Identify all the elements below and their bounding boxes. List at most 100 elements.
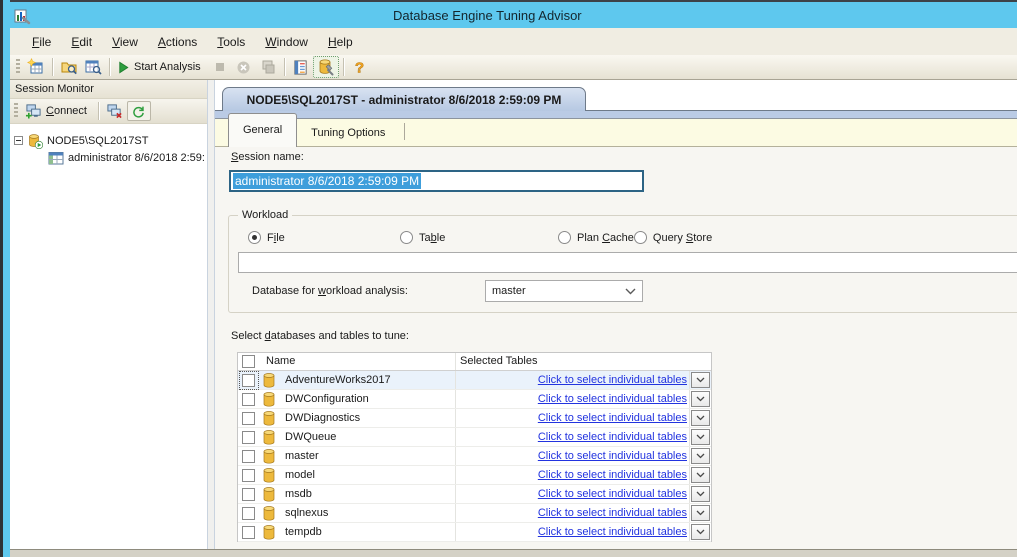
refresh-button[interactable] xyxy=(127,101,151,121)
select-individual-tables-link[interactable]: Click to select individual tables xyxy=(538,450,687,462)
database-icon xyxy=(262,429,276,446)
toolbar-grip[interactable] xyxy=(14,103,18,119)
menu-item[interactable]: File xyxy=(22,31,61,53)
import-workload-button[interactable] xyxy=(81,56,105,78)
select-individual-tables-link[interactable]: Click to select individual tables xyxy=(538,374,687,386)
radio-icon[interactable] xyxy=(400,231,413,244)
select-individual-tables-link[interactable]: Click to select individual tables xyxy=(538,431,687,443)
workload-radio-option[interactable]: Query Store xyxy=(634,231,712,244)
workload-file-input[interactable] xyxy=(238,252,1017,273)
database-checkbox[interactable] xyxy=(242,507,255,520)
radio-icon[interactable] xyxy=(634,231,647,244)
open-session-button[interactable] xyxy=(57,56,81,78)
select-individual-tables-link[interactable]: Click to select individual tables xyxy=(538,469,687,481)
connect-icon xyxy=(25,103,42,119)
table-header-row: Name Selected Tables xyxy=(238,353,711,371)
database-analysis-dropdown[interactable]: master xyxy=(485,280,643,302)
select-all-checkbox[interactable] xyxy=(242,355,255,368)
table-row[interactable]: DWConfiguration Click to select individu… xyxy=(238,390,711,409)
subtab[interactable]: General xyxy=(228,113,297,147)
titlebar[interactable]: Database Engine Tuning Advisor xyxy=(3,0,1017,28)
help-button[interactable]: ? xyxy=(348,56,372,78)
select-tables-cell: Click to select individual tables xyxy=(455,450,687,462)
menu-item[interactable]: Edit xyxy=(61,31,102,53)
select-tables-cell: Click to select individual tables xyxy=(455,412,687,424)
database-checkbox[interactable] xyxy=(242,526,255,539)
menu-item[interactable]: View xyxy=(102,31,148,53)
disconnect-button[interactable] xyxy=(103,100,127,122)
toolbar-separator xyxy=(109,58,110,76)
tuning-options-tools-button[interactable] xyxy=(313,56,339,78)
cancel-button-disabled xyxy=(232,56,256,78)
table-row[interactable]: master Click to select individual tables xyxy=(238,447,711,466)
select-individual-tables-link[interactable]: Click to select individual tables xyxy=(538,412,687,424)
tables-dropdown-button[interactable] xyxy=(691,372,710,388)
database-checkbox[interactable] xyxy=(242,450,255,463)
subtab[interactable]: Tuning Options xyxy=(297,120,399,147)
tables-dropdown-button[interactable] xyxy=(691,448,710,464)
toolbar-grip[interactable] xyxy=(16,59,20,75)
session-icon xyxy=(48,150,64,166)
database-name: DWConfiguration xyxy=(285,393,369,405)
panel-splitter[interactable] xyxy=(207,80,215,549)
tables-dropdown-button[interactable] xyxy=(691,410,710,426)
table-row[interactable]: msdb Click to select individual tables xyxy=(238,485,711,504)
tables-dropdown-button[interactable] xyxy=(691,524,710,540)
table-row[interactable]: DWQueue Click to select individual table… xyxy=(238,428,711,447)
table-body: AdventureWorks2017 Click to select indiv… xyxy=(238,371,711,542)
table-row[interactable]: sqlnexus Click to select individual tabl… xyxy=(238,504,711,523)
database-checkbox[interactable] xyxy=(242,469,255,482)
database-checkbox[interactable] xyxy=(242,393,255,406)
database-name: tempdb xyxy=(285,526,322,538)
session-name-label: Session name: xyxy=(231,151,304,163)
menu-item[interactable]: Help xyxy=(318,31,363,53)
radio-icon[interactable] xyxy=(248,231,261,244)
tables-dropdown-button[interactable] xyxy=(691,391,710,407)
radio-icon[interactable] xyxy=(558,231,571,244)
collapse-expander-icon[interactable] xyxy=(14,136,23,145)
workload-radio-option[interactable]: Plan Cache xyxy=(558,231,634,244)
workload-radio-group: File Table Plan Cache Query Store xyxy=(248,231,712,244)
database-checkbox[interactable] xyxy=(242,431,255,444)
database-icon xyxy=(262,467,276,484)
database-checkbox[interactable] xyxy=(242,488,255,501)
radio-label: Query Store xyxy=(653,232,712,244)
workload-radio-option[interactable]: Table xyxy=(400,231,558,244)
tables-dropdown-button[interactable] xyxy=(691,486,710,502)
column-divider xyxy=(689,428,690,446)
select-individual-tables-link[interactable]: Click to select individual tables xyxy=(538,488,687,500)
database-checkbox[interactable] xyxy=(242,412,255,425)
menu-item[interactable]: Window xyxy=(255,31,318,53)
tables-dropdown-button[interactable] xyxy=(691,505,710,521)
session-name-selected-text: administrator 8/6/2018 2:59:09 PM xyxy=(233,173,421,189)
toolbar-separator xyxy=(284,58,285,76)
database-icon xyxy=(262,448,276,465)
tree-node-server[interactable]: NODE5\SQL2017ST xyxy=(14,132,207,149)
clone-session-icon xyxy=(260,59,276,75)
start-analysis-button[interactable]: Start Analysis xyxy=(114,56,208,78)
tables-dropdown-button[interactable] xyxy=(691,467,710,483)
select-individual-tables-link[interactable]: Click to select individual tables xyxy=(538,393,687,405)
database-engine-tuning-advisor-window: Database Engine Tuning Advisor File Edit… xyxy=(0,0,1017,557)
analysis-report-button[interactable] xyxy=(289,56,313,78)
session-document-tab[interactable]: NODE5\SQL2017ST - administrator 8/6/2018… xyxy=(222,87,586,111)
tables-dropdown-button[interactable] xyxy=(691,429,710,445)
menu-item[interactable]: Tools xyxy=(207,31,255,53)
column-header-selected-tables[interactable]: Selected Tables xyxy=(460,355,537,367)
table-row[interactable]: tempdb Click to select individual tables xyxy=(238,523,711,542)
select-individual-tables-link[interactable]: Click to select individual tables xyxy=(538,526,687,538)
chevron-down-icon xyxy=(696,472,705,478)
table-row[interactable]: model Click to select individual tables xyxy=(238,466,711,485)
table-row[interactable]: DWDiagnostics Click to select individual… xyxy=(238,409,711,428)
tree-node-session[interactable]: administrator 8/6/2018 2:59: xyxy=(48,149,207,166)
menu-item[interactable]: Actions xyxy=(148,31,207,53)
workload-radio-option[interactable]: File xyxy=(248,231,400,244)
table-row[interactable]: AdventureWorks2017 Click to select indiv… xyxy=(238,371,711,390)
database-checkbox[interactable] xyxy=(242,374,255,387)
column-divider xyxy=(689,409,690,427)
column-header-name[interactable]: Name xyxy=(266,355,295,367)
select-individual-tables-link[interactable]: Click to select individual tables xyxy=(538,507,687,519)
session-name-input[interactable]: administrator 8/6/2018 2:59:09 PM xyxy=(229,170,644,192)
new-session-button[interactable] xyxy=(24,56,48,78)
connect-button[interactable]: Connect xyxy=(22,100,94,122)
